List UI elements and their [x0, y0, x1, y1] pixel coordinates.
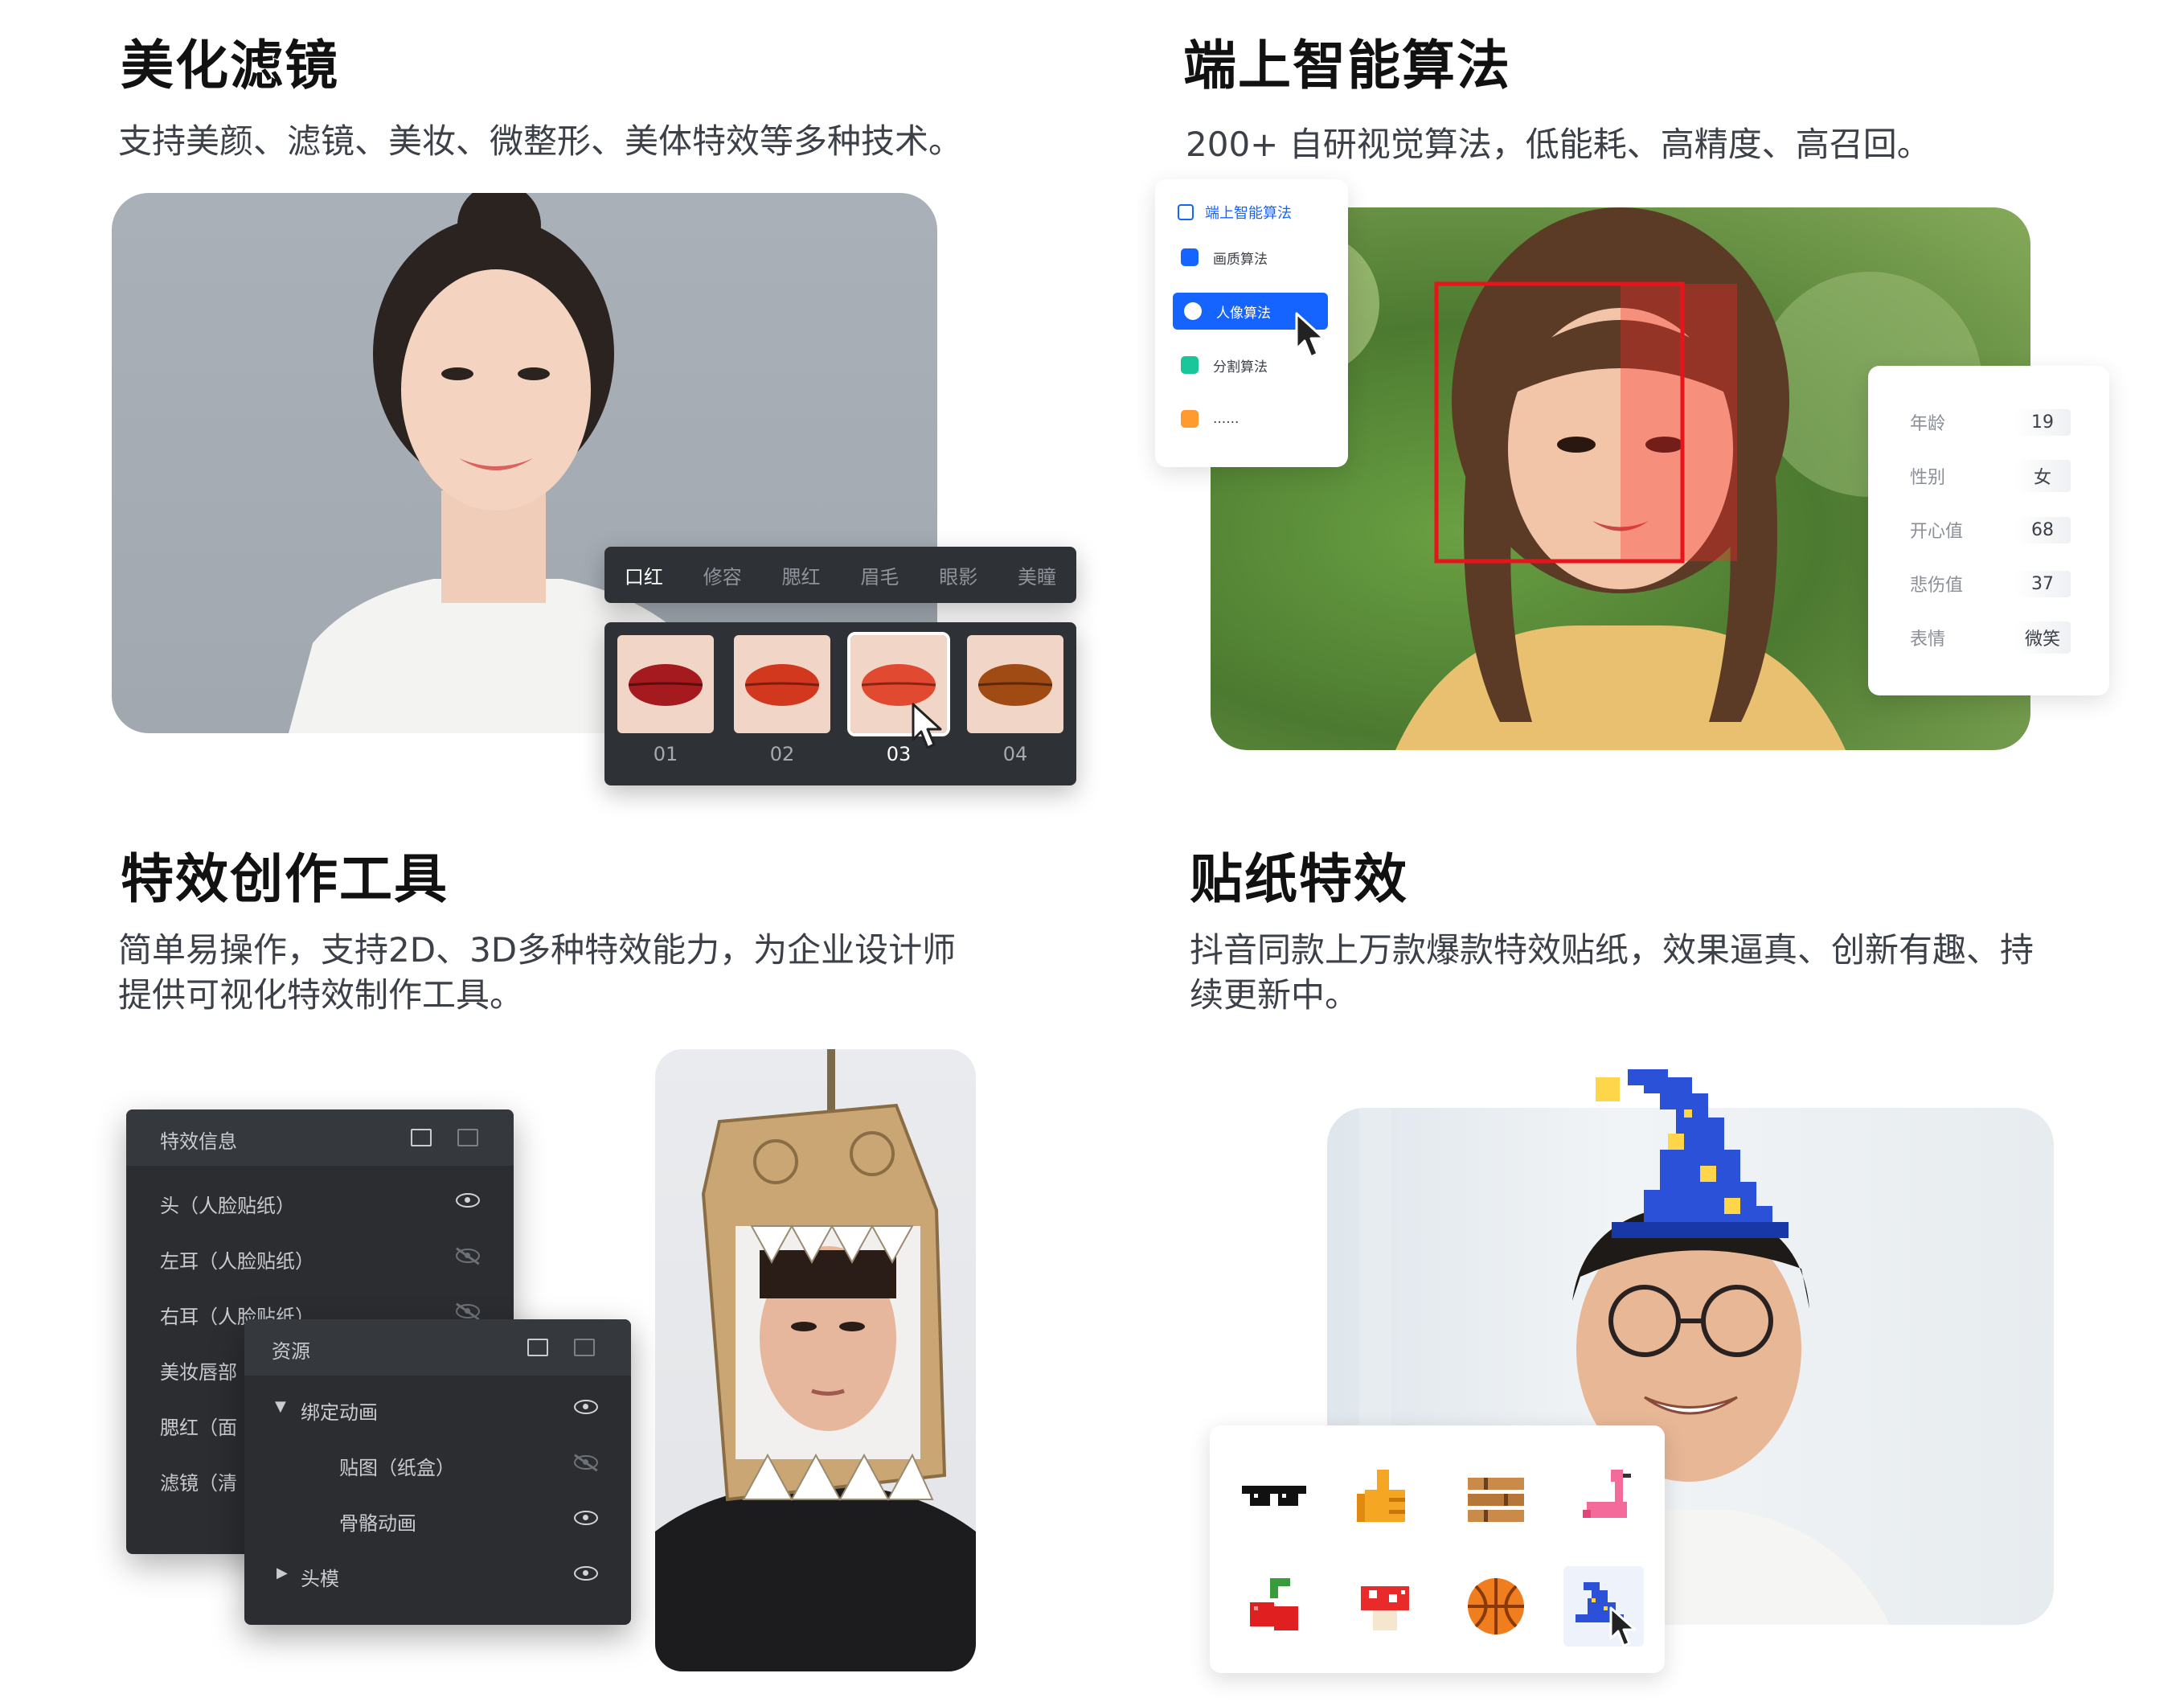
attribute-row-expression: 表情 微笑	[1910, 621, 2071, 654]
tab-eyebrow[interactable]: 眉毛	[840, 561, 919, 589]
layer-row[interactable]: 左耳（人脸贴纸）	[160, 1245, 314, 1273]
resource-row[interactable]: 头模	[301, 1563, 339, 1591]
eye-off-icon[interactable]	[456, 1304, 480, 1319]
sticker-selected-highlight[interactable]	[1563, 1566, 1644, 1647]
dock-icon[interactable]	[574, 1339, 595, 1356]
layer-row[interactable]: 腮红（面	[160, 1412, 237, 1440]
sticker-title: 贴纸特效	[1190, 848, 1408, 910]
popout-icon[interactable]	[527, 1339, 548, 1356]
algo-description: 200+ 自研视觉算法，低能耗、高精度、高召回。	[1186, 125, 1931, 164]
pixel-basketball-icon[interactable]	[1464, 1574, 1528, 1638]
pixel-flamingo-icon[interactable]	[1575, 1466, 1639, 1530]
beauty-description: 支持美颜、滤镜、美妆、微整形、美体特效等多种技术。	[118, 121, 963, 161]
eye-off-icon[interactable]	[574, 1455, 598, 1470]
menu-item-segmentation[interactable]: 分割算法	[1181, 347, 1268, 383]
cursor-icon	[1609, 1606, 1637, 1647]
lipstick-label-01: 01	[653, 743, 678, 765]
menu-item-image-quality[interactable]: 画质算法	[1181, 239, 1268, 276]
effect-info-title: 特效信息	[160, 1130, 237, 1153]
ad-icon	[1181, 410, 1199, 428]
eye-icon[interactable]	[574, 1400, 598, 1414]
algorithm-menu-title: 端上智能算法	[1205, 205, 1292, 222]
eye-icon[interactable]	[574, 1511, 598, 1525]
resource-row[interactable]: 绑定动画	[301, 1396, 378, 1425]
lipstick-label-04: 04	[1002, 743, 1028, 765]
dock-icon[interactable]	[457, 1129, 478, 1146]
sticker-description-line1: 抖音同款上万款爆款特效贴纸，效果逼真、创新有趣、持	[1190, 930, 2034, 970]
lipstick-swatch-04[interactable]	[967, 635, 1063, 733]
attribute-row-gender: 性别女	[1910, 460, 2071, 492]
resource-row[interactable]: 骨骼动画	[339, 1507, 416, 1536]
tool-description-line1: 简单易操作，支持2D、3D多种特效能力，为企业设计师	[118, 930, 957, 970]
pixel-cherry-icon[interactable]	[1242, 1574, 1306, 1638]
tab-contour[interactable]: 修容	[683, 561, 762, 589]
grid-icon	[1181, 248, 1199, 266]
tool-title: 特效创作工具	[121, 848, 449, 910]
cursor-icon	[912, 703, 942, 749]
attribute-row-age: 年龄 19	[1910, 406, 2071, 438]
resource-title: 资源	[272, 1340, 310, 1363]
lipstick-picker: 01 02 03 04	[604, 622, 1076, 785]
pixel-mushroom-icon[interactable]	[1353, 1574, 1417, 1638]
collapse-arrow-icon[interactable]: ▶	[277, 1565, 288, 1581]
algorithm-menu: 端上智能算法 画质算法 人像算法 分割算法 ......	[1155, 179, 1348, 467]
pixel-thumbs-up-icon[interactable]	[1353, 1466, 1417, 1530]
attribute-row-happiness: 开心值 68	[1910, 514, 2071, 546]
sticker-description-line2: 续更新中。	[1190, 975, 1359, 1015]
beauty-title: 美化滤镜	[121, 35, 339, 96]
tab-lipstick[interactable]: 口红	[604, 561, 683, 589]
layer-row[interactable]: 滤镜（清	[160, 1467, 237, 1495]
sticker-picker	[1210, 1425, 1665, 1673]
lipstick-swatch-02[interactable]	[734, 635, 830, 733]
resource-panel: 资源 ▼ 绑定动画 贴图（纸盒） 骨骼动画 ▶ 头模	[244, 1319, 631, 1625]
segment-icon	[1181, 356, 1199, 374]
lipstick-swatch-01[interactable]	[617, 635, 714, 733]
tab-colored-contacts[interactable]: 美瞳	[998, 561, 1076, 589]
pixel-sunglasses-icon[interactable]	[1242, 1466, 1306, 1530]
lipstick-label-02: 02	[769, 743, 795, 765]
eye-icon[interactable]	[456, 1193, 480, 1208]
tool-description-line2: 提供可视化特效制作工具。	[118, 975, 524, 1015]
tab-eyeshadow[interactable]: 眼影	[919, 561, 998, 589]
cardboard-effect-preview	[655, 1049, 976, 1671]
pixel-bricks-icon[interactable]	[1464, 1466, 1528, 1530]
attribute-row-sadness: 悲伤值 37	[1910, 568, 2071, 600]
makeup-tab-bar: 口红 修容 腮红 眉毛 眼影 美瞳	[604, 547, 1076, 603]
tab-blush[interactable]: 腮红	[762, 561, 841, 589]
resource-row[interactable]: 贴图（纸盒）	[339, 1452, 455, 1480]
algorithm-logo-icon	[1178, 204, 1194, 220]
eye-icon[interactable]	[574, 1566, 598, 1581]
face-attributes-card: 年龄 19 性别女 开心值 68 悲伤值 37 表情 微笑	[1868, 366, 2109, 695]
portrait-icon	[1184, 302, 1202, 320]
pixel-wizard-hat-icon	[1596, 1069, 1789, 1238]
layer-row[interactable]: 头（人脸贴纸）	[160, 1190, 295, 1218]
algo-title: 端上智能算法	[1183, 35, 1511, 96]
layer-row[interactable]: 美妆唇部	[160, 1356, 237, 1384]
menu-item-more[interactable]: ......	[1181, 400, 1239, 437]
expand-arrow-icon[interactable]: ▼	[275, 1398, 286, 1415]
cursor-icon	[1295, 312, 1326, 359]
popout-icon[interactable]	[411, 1129, 432, 1146]
eye-off-icon[interactable]	[456, 1249, 480, 1263]
